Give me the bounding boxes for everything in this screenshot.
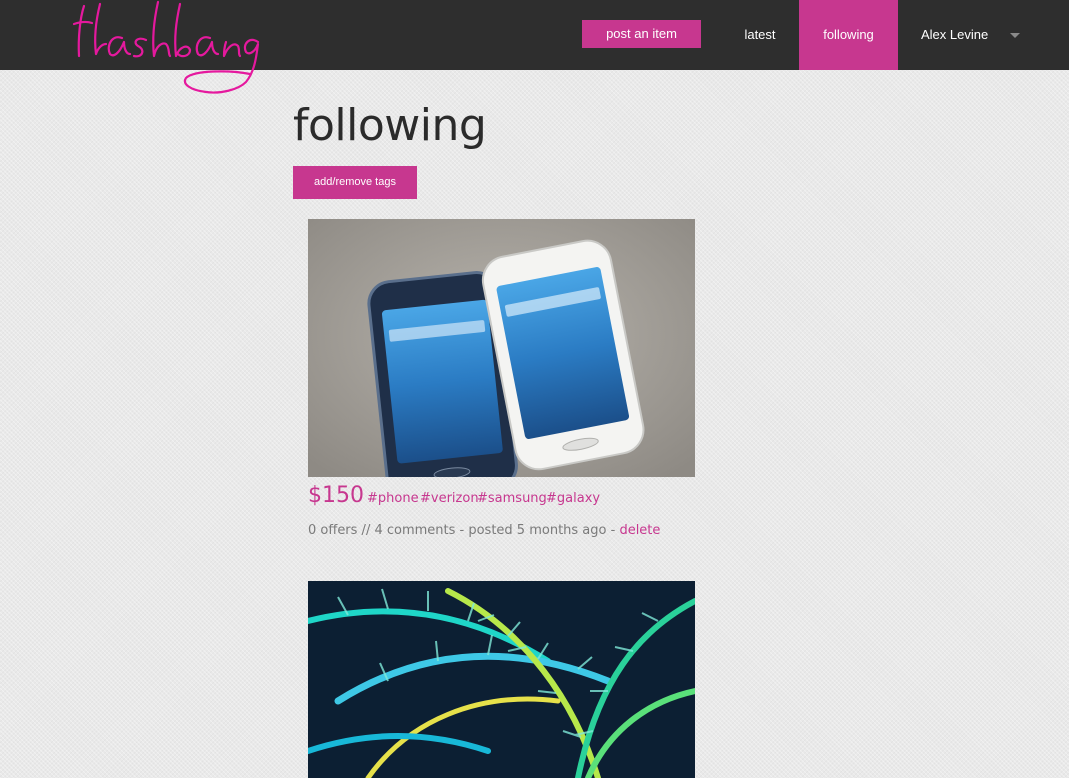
item-meta: 0 offers // 4 comments - posted 5 months… (308, 523, 660, 538)
tag-link[interactable]: #galaxy (546, 491, 600, 506)
listing-image-palms[interactable] (308, 581, 695, 778)
listing-image-phones[interactable] (308, 219, 695, 477)
nav-following[interactable]: following (799, 0, 898, 70)
delete-link[interactable]: delete (619, 523, 660, 538)
nav-latest[interactable]: latest (725, 0, 795, 70)
user-menu[interactable]: Alex Levine (905, 0, 1005, 70)
tag-link[interactable]: #phone (367, 491, 419, 506)
flashbang-logo[interactable] (70, 0, 260, 102)
page-title: following (293, 100, 487, 151)
add-remove-tags-button[interactable]: add/remove tags (293, 166, 417, 199)
tag-link[interactable]: #verizon (420, 491, 479, 506)
caret-down-icon[interactable] (1010, 33, 1020, 38)
item-meta-text: 0 offers // 4 comments - posted 5 months… (308, 523, 620, 538)
post-item-button[interactable]: post an item (582, 20, 701, 48)
tag-link[interactable]: #samsung (477, 491, 547, 506)
item-price[interactable]: $150 (308, 483, 364, 508)
